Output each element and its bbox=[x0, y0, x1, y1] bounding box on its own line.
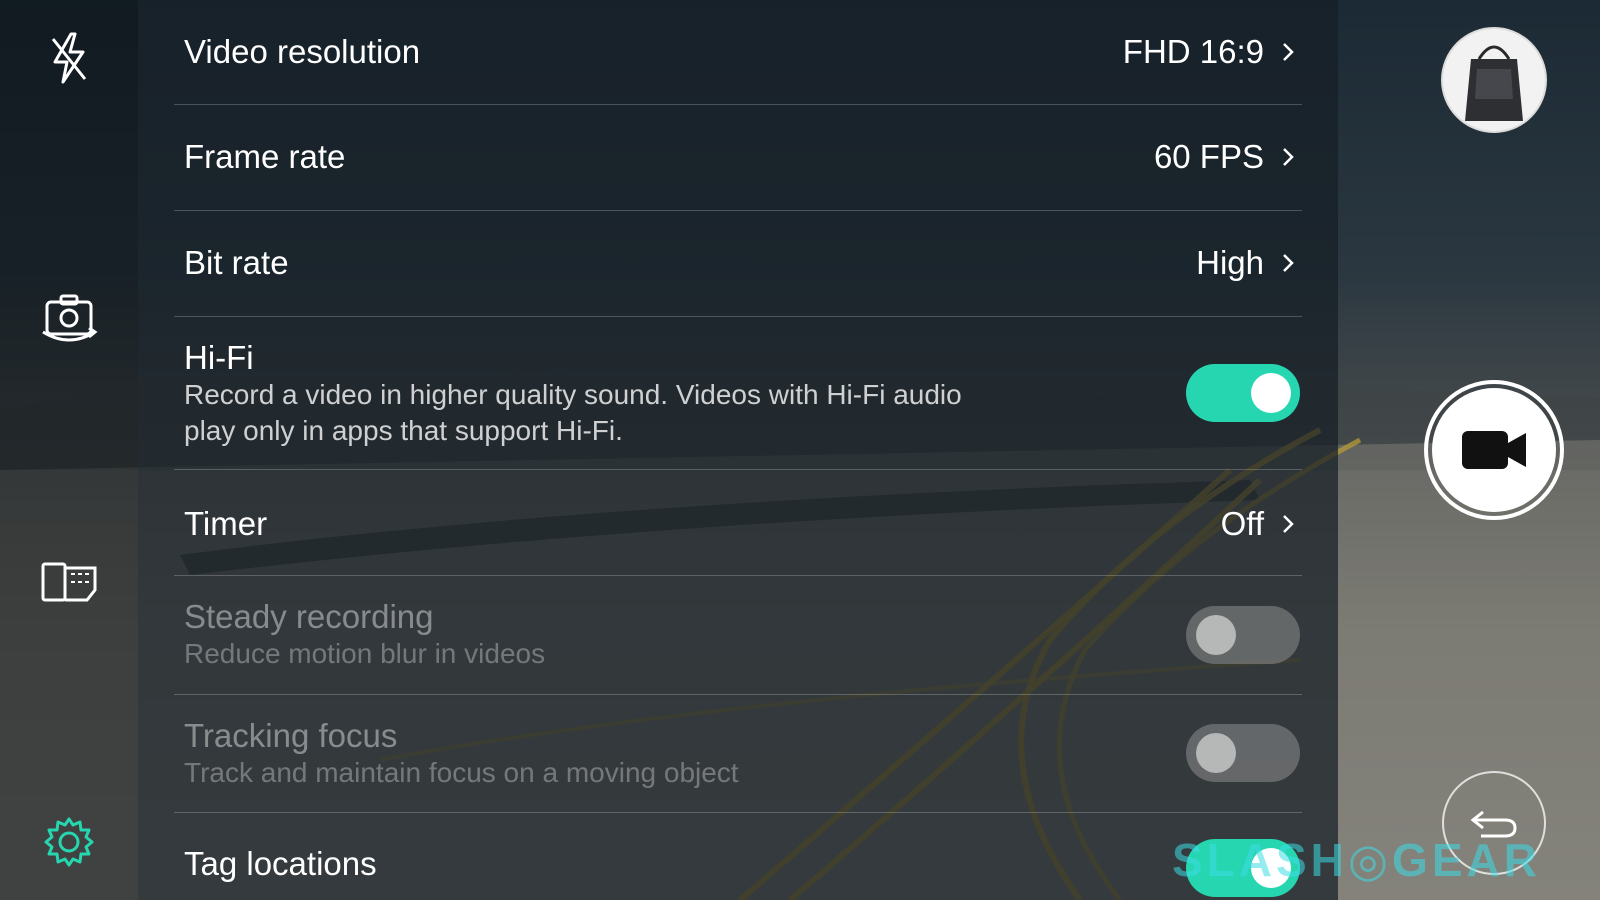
toggle-knob bbox=[1196, 733, 1236, 773]
setting-label: Steady recording bbox=[184, 598, 434, 635]
chevron-right-icon bbox=[1283, 148, 1294, 166]
setting-frame-rate[interactable]: Frame rate 60 FPS bbox=[174, 105, 1302, 211]
setting-value: 60 FPS bbox=[1153, 138, 1264, 175]
setting-label: Tracking focus bbox=[184, 717, 398, 754]
setting-description: Reduce motion blur in videos bbox=[184, 638, 546, 669]
setting-label: Video resolution bbox=[184, 33, 421, 70]
toggle-knob bbox=[1251, 373, 1291, 413]
video-camera-icon bbox=[1462, 431, 1526, 469]
setting-tracking-focus[interactable]: Tracking focus Track and maintain focus … bbox=[174, 695, 1302, 813]
settings-panel: Video resolution FHD 16:9 Frame rate 60 … bbox=[138, 0, 1338, 900]
setting-value: FHD 16:9 bbox=[1122, 33, 1264, 70]
bag-photo-icon bbox=[1465, 45, 1523, 121]
setting-label: Hi-Fi bbox=[184, 339, 254, 376]
setting-timer[interactable]: Timer Off bbox=[174, 470, 1302, 576]
setting-video-resolution[interactable]: Video resolution FHD 16:9 bbox=[174, 0, 1302, 105]
record-button[interactable] bbox=[1424, 380, 1564, 520]
storage-card-icon[interactable] bbox=[35, 548, 103, 616]
record-button-face bbox=[1432, 388, 1556, 512]
gear-icon[interactable] bbox=[35, 808, 103, 876]
steady-recording-toggle[interactable] bbox=[1186, 606, 1300, 664]
chevron-right-icon bbox=[1283, 515, 1294, 533]
setting-tag-locations[interactable]: Tag locations bbox=[174, 813, 1302, 900]
switch-camera-icon[interactable] bbox=[35, 286, 103, 354]
setting-label: Tag locations bbox=[184, 845, 377, 882]
setting-label: Timer bbox=[184, 505, 268, 542]
setting-description: play only in apps that support Hi-Fi. bbox=[184, 415, 623, 446]
hifi-toggle[interactable] bbox=[1186, 364, 1300, 422]
setting-label: Frame rate bbox=[184, 138, 346, 175]
setting-value: High bbox=[1196, 244, 1264, 281]
setting-hifi[interactable]: Hi-Fi Record a video in higher quality s… bbox=[174, 317, 1302, 470]
chevron-right-icon bbox=[1283, 43, 1294, 61]
gallery-thumbnail[interactable] bbox=[1441, 27, 1547, 133]
setting-steady-recording[interactable]: Steady recording Reduce motion blur in v… bbox=[174, 576, 1302, 695]
setting-bit-rate[interactable]: Bit rate High bbox=[174, 211, 1302, 317]
setting-description: Track and maintain focus on a moving obj… bbox=[184, 757, 739, 788]
toggle-knob bbox=[1196, 615, 1236, 655]
flash-off-icon[interactable] bbox=[35, 24, 103, 92]
setting-description: Record a video in higher quality sound. … bbox=[184, 379, 962, 410]
setting-value: Off bbox=[1220, 505, 1264, 542]
watermark: SLASH◎GEAR bbox=[1172, 834, 1541, 886]
left-toolbar bbox=[0, 0, 138, 900]
chevron-right-icon bbox=[1283, 254, 1294, 272]
setting-label: Bit rate bbox=[184, 244, 289, 281]
tracking-focus-toggle[interactable] bbox=[1186, 724, 1300, 782]
